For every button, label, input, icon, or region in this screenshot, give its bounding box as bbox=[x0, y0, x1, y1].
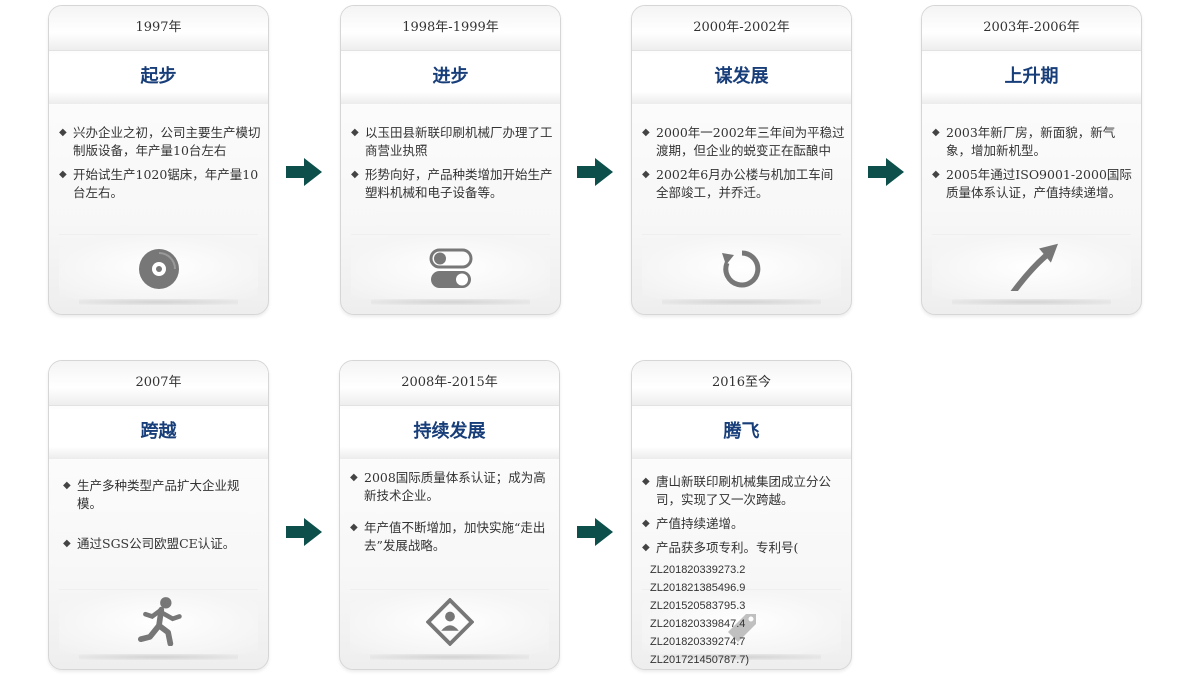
icon-band bbox=[351, 234, 550, 305]
card-year: 2008年-2015年 bbox=[340, 361, 559, 406]
card-item-list: ◆ 2003年新厂房，新面貌，新气象，增加新机型。 ◆ 2005年通过ISO9001… bbox=[930, 124, 1135, 208]
list-item: ◆ 唐山新联印刷机械集团成立分公司，实现了又一次跨越。 bbox=[642, 474, 832, 507]
timeline-card-1998-1999: 1998年-1999年 进步 ◆ 以玉田县新联印刷机械厂办理了工商营业执照 ◆ 形势… bbox=[340, 5, 561, 315]
refresh-icon bbox=[721, 250, 760, 288]
timeline-card-2016-now: 2016至今 腾飞 ◆ 唐山新联印刷机械集团成立分公司，实现了又一次跨越。 ◆ 产值… bbox=[631, 360, 852, 670]
bullet-icon: ◆ bbox=[350, 522, 358, 533]
patent-number: ZL201721450787.7) bbox=[650, 654, 750, 666]
card-title: 谋发展 bbox=[632, 54, 851, 104]
card-item-list: ◆ 2000年一2002年三年间为平稳过渡期，但企业的蜕变正在酝酿中 ◆ 2002年… bbox=[640, 124, 845, 208]
bullet-icon: ◆ bbox=[642, 542, 650, 553]
patent-number: ZL201821385496.9 bbox=[650, 582, 746, 594]
icon-band bbox=[932, 234, 1131, 305]
card-year: 2007年 bbox=[49, 361, 268, 406]
card-title: 上升期 bbox=[922, 54, 1141, 104]
card-year: 2003年-2006年 bbox=[922, 6, 1141, 51]
card-year: 2000年-2002年 bbox=[632, 6, 851, 51]
card-item-list: ◆ 以玉田县新联印刷机械厂办理了工商营业执照 ◆ 形势向好，产品种类增加开始生产塑料… bbox=[349, 124, 554, 208]
bullet-icon: ◆ bbox=[642, 518, 650, 529]
patent-number: ZL201820339273.2 bbox=[650, 564, 746, 576]
patent-number-list: ZL201820339273.2 ZL201821385496.9 ZL2015… bbox=[650, 561, 845, 669]
bullet-icon: ◆ bbox=[932, 169, 940, 180]
list-item: ◆ 2003年新厂房，新面貌，新气象，增加新机型。 bbox=[932, 125, 1116, 158]
rising-arrow-icon bbox=[1010, 243, 1058, 291]
list-item: ◆ 2008国际质量体系认证；成为高新技术企业。 bbox=[350, 470, 546, 503]
list-item: ◆ 产品获多项专利。专利号( ZL201820339273.2 ZL2018213… bbox=[640, 539, 845, 669]
card-title: 持续发展 bbox=[340, 409, 559, 459]
disc-icon bbox=[138, 249, 179, 289]
running-man-icon bbox=[137, 597, 182, 646]
bullet-icon: ◆ bbox=[642, 127, 650, 138]
timeline-card-2008-2015: 2008年-2015年 持续发展 ◆ 2008国际质量体系认证；成为高新技术企业。… bbox=[339, 360, 560, 670]
patent-number: ZL201820339274.7 bbox=[650, 636, 746, 648]
list-item: ◆ 开始试生产1020锯床，年产量10台左右。 bbox=[59, 167, 259, 200]
card-title: 进步 bbox=[341, 54, 560, 104]
list-item: ◆ 兴办企业之初，公司主要生产模切制版设备，年产量10台左右 bbox=[59, 125, 261, 158]
arrow-right-icon bbox=[286, 518, 322, 546]
history-timeline: 1997年 起步 ◆ 兴办企业之初，公司主要生产模切制版设备，年产量10台左右 ◆… bbox=[0, 0, 1200, 690]
card-title: 腾飞 bbox=[632, 409, 851, 459]
bullet-icon: ◆ bbox=[350, 472, 358, 483]
timeline-card-1997: 1997年 起步 ◆ 兴办企业之初，公司主要生产模切制版设备，年产量10台左右 ◆… bbox=[48, 5, 269, 315]
list-item: ◆ 通过SGS公司欧盟CE认证。 bbox=[63, 536, 236, 551]
timeline-card-2007: 2007年 跨越 ◆ 生产多种类型产品扩大企业规模。 ◆ 通过SGS公司欧盟CE认证… bbox=[48, 360, 269, 670]
list-item: ◆ 年产值不断增加，加快实施“走出去”发展战略。 bbox=[350, 520, 546, 553]
card-year: 2016至今 bbox=[632, 361, 851, 406]
card-title: 跨越 bbox=[49, 409, 268, 459]
bullet-icon: ◆ bbox=[351, 169, 359, 180]
bullet-icon: ◆ bbox=[932, 127, 940, 138]
timeline-card-2003-2006: 2003年-2006年 上升期 ◆ 2003年新厂房，新面貌，新气象，增加新机型。… bbox=[921, 5, 1142, 315]
arrow-right-icon bbox=[577, 158, 613, 186]
diamond-person-icon bbox=[425, 598, 474, 646]
bullet-icon: ◆ bbox=[642, 476, 650, 487]
list-item: ◆ 2000年一2002年三年间为平稳过渡期，但企业的蜕变正在酝酿中 bbox=[642, 125, 845, 158]
icon-band bbox=[642, 234, 841, 305]
icon-band bbox=[59, 234, 258, 305]
arrow-right-icon bbox=[868, 158, 904, 186]
icon-band bbox=[350, 589, 549, 660]
list-item: ◆ 以玉田县新联印刷机械厂办理了工商营业执照 bbox=[351, 125, 553, 158]
timeline-card-2000-2002: 2000年-2002年 谋发展 ◆ 2000年一2002年三年间为平稳过渡期，但企… bbox=[631, 5, 852, 315]
card-item-list: ◆ 兴办企业之初，公司主要生产模切制版设备，年产量10台左右 ◆ 开始试生产1020… bbox=[57, 124, 262, 208]
bullet-icon: ◆ bbox=[63, 480, 71, 491]
bullet-icon: ◆ bbox=[59, 127, 67, 138]
patent-number: ZL201820339847.4 bbox=[650, 618, 746, 630]
toggle-switch-icon bbox=[429, 248, 472, 288]
bullet-icon: ◆ bbox=[642, 169, 650, 180]
patent-number: ZL201520583795.3 bbox=[650, 600, 746, 612]
bullet-icon: ◆ bbox=[63, 538, 71, 549]
arrow-right-icon bbox=[577, 518, 613, 546]
bullet-icon: ◆ bbox=[351, 127, 359, 138]
card-year: 1998年-1999年 bbox=[341, 6, 560, 51]
list-item: ◆ 生产多种类型产品扩大企业规模。 bbox=[63, 478, 240, 511]
card-item-list: ◆ 唐山新联印刷机械集团成立分公司，实现了又一次跨越。 ◆ 产值持续递增。 ◆ 产品获… bbox=[640, 473, 845, 669]
card-item-list: ◆ 生产多种类型产品扩大企业规模。 ◆ 通过SGS公司欧盟CE认证。 bbox=[61, 477, 262, 559]
card-item-list: ◆ 2008国际质量体系认证；成为高新技术企业。 ◆ 年产值不断增加，加快实施“走出… bbox=[348, 469, 553, 561]
card-title: 起步 bbox=[49, 54, 268, 104]
list-item: ◆ 2005年通过ISO9001-2000国际质量体系认证，产值持续递增。 bbox=[932, 167, 1132, 200]
bullet-icon: ◆ bbox=[59, 169, 67, 180]
list-item: ◆ 2002年6月办公楼与机加工车间全部竣工，并乔迁。 bbox=[642, 167, 834, 200]
list-item: ◆ 形势向好，产品种类增加开始生产塑料机械和电子设备等。 bbox=[351, 167, 553, 200]
list-item: ◆ 产值持续递增。 bbox=[642, 516, 744, 531]
arrow-right-icon bbox=[286, 158, 322, 186]
icon-band bbox=[59, 589, 258, 660]
card-year: 1997年 bbox=[49, 6, 268, 51]
